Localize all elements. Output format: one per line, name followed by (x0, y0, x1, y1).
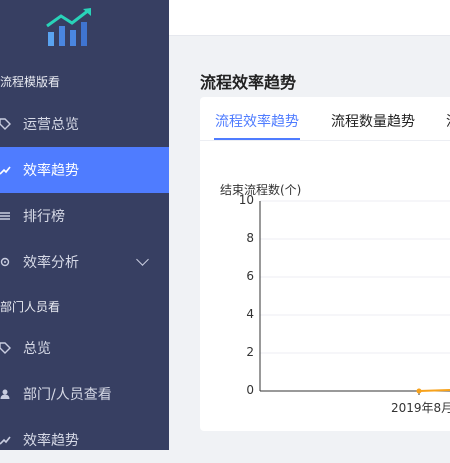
sidebar-item-label: 部门/人员查看 (23, 387, 112, 403)
y-tick-label: 0 (246, 383, 254, 397)
x-tick-label: 2019年8月 (391, 401, 450, 415)
group-label-process-template: 流程模版看 (0, 75, 61, 89)
tab-count-trend[interactable]: 流程数量趋势 (331, 111, 415, 131)
sidebar: 流程模版看 运营总览 效率趋势 排行榜 效率分析 部门人员看 总览 部门/人员查… (0, 0, 169, 450)
tag-icon (0, 341, 12, 355)
tabs-divider (200, 140, 450, 141)
sidebar-item-ranking[interactable]: 排行榜 (0, 193, 169, 239)
gear-icon (0, 255, 12, 269)
sidebar-item-label: 运营总览 (23, 117, 79, 133)
sidebar-item-efficiency-trend[interactable]: 效率趋势 (0, 147, 169, 193)
chart-card (200, 97, 450, 431)
list-icon (0, 209, 12, 223)
sidebar-item-dept-person[interactable]: 部门/人员查看 (0, 371, 169, 417)
tag-icon (0, 117, 12, 131)
tab-more[interactable]: 流 (446, 111, 450, 131)
user-icon (0, 387, 12, 401)
group-label-department: 部门人员看 (0, 300, 61, 314)
y-tick-label: 10 (238, 193, 254, 207)
y-tick-label: 2 (246, 345, 254, 359)
y-tick-label: 4 (246, 307, 254, 321)
logo-chart-icon (46, 8, 91, 46)
sidebar-item-label: 效率趋势 (23, 433, 79, 449)
tab-efficiency-trend[interactable]: 流程效率趋势 (215, 111, 299, 131)
active-tab-indicator (214, 138, 300, 140)
sidebar-item-dept-overview[interactable]: 总览 (0, 325, 169, 371)
sidebar-item-dept-trend[interactable]: 效率趋势 (0, 417, 169, 463)
page-title: 流程效率趋势 (200, 73, 297, 92)
chevron-down-icon[interactable] (136, 253, 149, 266)
top-header (169, 0, 450, 36)
y-tick-label: 8 (246, 231, 254, 245)
y-tick-label: 6 (246, 269, 254, 283)
sidebar-item-label: 总览 (23, 341, 51, 357)
sidebar-item-overview[interactable]: 运营总览 (0, 101, 169, 147)
sidebar-item-label: 效率分析 (23, 255, 79, 271)
sidebar-item-label: 效率趋势 (23, 163, 79, 179)
trend-icon (0, 433, 12, 447)
sidebar-item-efficiency-analysis[interactable]: 效率分析 (0, 239, 169, 285)
sidebar-item-label: 排行榜 (23, 209, 65, 225)
trend-icon (0, 163, 12, 177)
